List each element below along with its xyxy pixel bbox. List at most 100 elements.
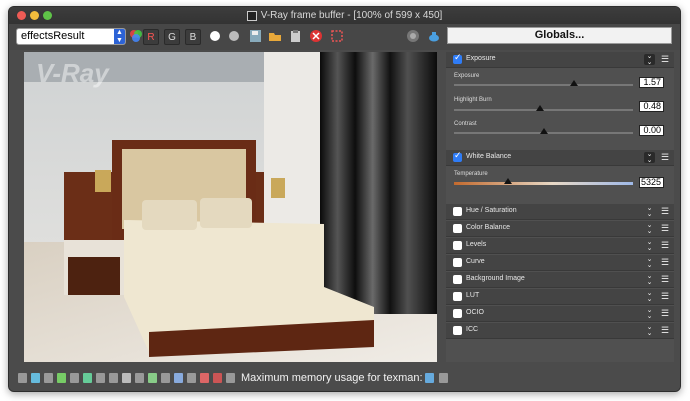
compare-icon[interactable] bbox=[31, 373, 40, 383]
teapot-icon[interactable] bbox=[427, 29, 441, 43]
temperature-slider[interactable] bbox=[454, 178, 633, 185]
globals-button[interactable]: Globals... bbox=[447, 27, 672, 44]
white-balance-section-header[interactable]: White Balance ⌄⌄ ☰ bbox=[446, 150, 674, 166]
levels-section[interactable]: Levels ⌄ ⌄ ☰ bbox=[446, 238, 674, 254]
menu-icon[interactable]: ☰ bbox=[660, 274, 670, 285]
scroll-icon[interactable] bbox=[439, 373, 448, 383]
maximize-window-button[interactable] bbox=[43, 11, 52, 20]
background-image-label: Background Image bbox=[466, 275, 525, 282]
white-balance-checkbox[interactable] bbox=[453, 150, 462, 162]
curve-checkbox[interactable] bbox=[453, 258, 462, 267]
region-render-icon[interactable] bbox=[330, 29, 344, 43]
mono-white-icon[interactable] bbox=[208, 29, 222, 43]
contrast-thumb[interactable] bbox=[539, 128, 548, 134]
channel-select[interactable]: effectsResult ▲ ▼ bbox=[16, 28, 126, 45]
stats-icon[interactable] bbox=[70, 373, 79, 383]
save-image-icon[interactable] bbox=[249, 29, 263, 43]
close-window-button[interactable] bbox=[17, 11, 26, 20]
menu-icon[interactable]: ☰ bbox=[660, 152, 670, 163]
color-balance-section[interactable]: Color Balance ⌄ ⌄ ☰ bbox=[446, 221, 674, 237]
histogram-icon[interactable] bbox=[57, 373, 66, 383]
collapse-chevron-icon[interactable]: ⌄ ⌄ bbox=[644, 53, 655, 66]
icc-checkbox[interactable] bbox=[453, 326, 462, 335]
load-image-icon[interactable] bbox=[268, 29, 282, 43]
red-channel-button[interactable]: R bbox=[143, 29, 159, 45]
lut-label: LUT bbox=[466, 292, 480, 299]
menu-icon[interactable]: ☰ bbox=[660, 291, 670, 302]
teapot-render-icon[interactable] bbox=[406, 29, 420, 43]
expand-chevron-icon[interactable]: ⌄ ⌄ bbox=[644, 307, 655, 320]
expand-chevron-icon[interactable]: ⌄ ⌄ bbox=[644, 290, 655, 303]
highlight-burn-label: Highlight Burn bbox=[454, 97, 492, 103]
exposure-slider[interactable] bbox=[454, 80, 633, 86]
expand-chevron-icon[interactable]: ⌄ ⌄ bbox=[644, 273, 655, 286]
exposure-value-field[interactable]: 1.57 bbox=[639, 77, 664, 88]
color-picker-icon[interactable] bbox=[96, 373, 105, 383]
bucket-icon[interactable] bbox=[200, 373, 209, 383]
menu-icon[interactable]: ☰ bbox=[660, 240, 670, 251]
temperature-label: Temperature bbox=[454, 171, 488, 177]
highlight-burn-thumb[interactable] bbox=[535, 105, 544, 111]
menu-icon[interactable]: ☰ bbox=[660, 257, 670, 268]
expand-chevron-icon[interactable]: ⌄ ⌄ bbox=[644, 239, 655, 252]
color-channels-icon[interactable] bbox=[129, 29, 143, 43]
clear-image-icon[interactable] bbox=[309, 29, 323, 43]
background-image-checkbox[interactable] bbox=[453, 275, 462, 284]
exposure-slider-thumb[interactable] bbox=[569, 80, 578, 86]
panel-toggle-icon[interactable] bbox=[425, 373, 434, 383]
lut-section[interactable]: LUT ⌄ ⌄ ☰ bbox=[446, 289, 674, 305]
exposure-slider-label: Exposure bbox=[454, 73, 480, 79]
color-correction-panel: Exposure ⌄⌄ ☰ Exposure 1.57 Highlight Bu… bbox=[446, 52, 674, 362]
lens-effects-icon[interactable] bbox=[122, 373, 131, 383]
add-icon[interactable] bbox=[226, 373, 235, 383]
track-mouse-icon[interactable] bbox=[135, 373, 144, 383]
menu-icon[interactable]: ☰ bbox=[660, 54, 670, 65]
contrast-slider[interactable] bbox=[454, 128, 633, 134]
menu-icon[interactable]: ☰ bbox=[660, 308, 670, 319]
layers-icon[interactable] bbox=[44, 373, 53, 383]
hue-saturation-section[interactable]: Hue / Saturation ⌄ ⌄ ☰ bbox=[446, 204, 674, 220]
expand-chevron-icon[interactable]: ⌄ ⌄ bbox=[644, 256, 655, 269]
render-viewport[interactable]: V-Ray bbox=[24, 52, 437, 362]
icc-section[interactable]: ICC ⌄ ⌄ ☰ bbox=[446, 323, 674, 339]
level-bars-icon[interactable] bbox=[83, 373, 92, 383]
ocio-checkbox[interactable] bbox=[453, 309, 462, 318]
curve-icon[interactable] bbox=[161, 373, 170, 383]
color-balance-checkbox[interactable] bbox=[453, 224, 462, 233]
blue-channel-button[interactable]: B bbox=[185, 29, 201, 45]
highlight-burn-value-field[interactable]: 0.48 bbox=[639, 101, 664, 112]
background-image-section[interactable]: Background Image ⌄ ⌄ ☰ bbox=[446, 272, 674, 288]
chevron-updown-icon: ▲ ▼ bbox=[114, 29, 125, 44]
test-resolution-icon[interactable] bbox=[174, 373, 183, 383]
collapse-chevron-icon[interactable]: ⌄ ⌄ bbox=[644, 151, 655, 164]
hue-saturation-checkbox[interactable] bbox=[453, 207, 462, 216]
menu-icon[interactable]: ☰ bbox=[660, 325, 670, 336]
exposure-section-header[interactable]: Exposure ⌄⌄ ☰ bbox=[446, 52, 674, 68]
menu-icon[interactable]: ☰ bbox=[660, 223, 670, 234]
expand-chevron-icon[interactable]: ⌄ ⌄ bbox=[644, 205, 655, 218]
lut-checkbox[interactable] bbox=[453, 292, 462, 301]
temperature-value-field[interactable]: 5325 bbox=[639, 177, 664, 188]
grid-icon[interactable] bbox=[109, 373, 118, 383]
exposure-checkbox[interactable] bbox=[453, 52, 462, 64]
highlight-burn-slider[interactable] bbox=[454, 105, 633, 111]
clipboard-icon[interactable] bbox=[289, 29, 303, 43]
vray-app-icon bbox=[246, 10, 257, 21]
green-channel-button[interactable]: G bbox=[164, 29, 180, 45]
channel-select-value: effectsResult bbox=[21, 30, 85, 42]
status-bar: Maximum memory usage for texman: 0.00 MB bbox=[9, 365, 680, 391]
curve-section[interactable]: Curve ⌄ ⌄ ☰ bbox=[446, 255, 674, 271]
history-icon[interactable] bbox=[18, 373, 27, 383]
ocio-section[interactable]: OCIO ⌄ ⌄ ☰ bbox=[446, 306, 674, 322]
expand-chevron-icon[interactable]: ⌄ ⌄ bbox=[644, 222, 655, 235]
temperature-thumb[interactable] bbox=[503, 178, 512, 184]
alpha-channel-icon[interactable] bbox=[227, 29, 241, 43]
render-image-icon[interactable] bbox=[148, 373, 157, 383]
minimize-window-button[interactable] bbox=[30, 11, 39, 20]
stop-icon[interactable] bbox=[213, 373, 222, 383]
levels-checkbox[interactable] bbox=[453, 241, 462, 250]
h-toggle-icon[interactable] bbox=[187, 373, 196, 383]
contrast-value-field[interactable]: 0.00 bbox=[639, 125, 664, 136]
menu-icon[interactable]: ☰ bbox=[660, 206, 670, 217]
expand-chevron-icon[interactable]: ⌄ ⌄ bbox=[644, 324, 655, 337]
